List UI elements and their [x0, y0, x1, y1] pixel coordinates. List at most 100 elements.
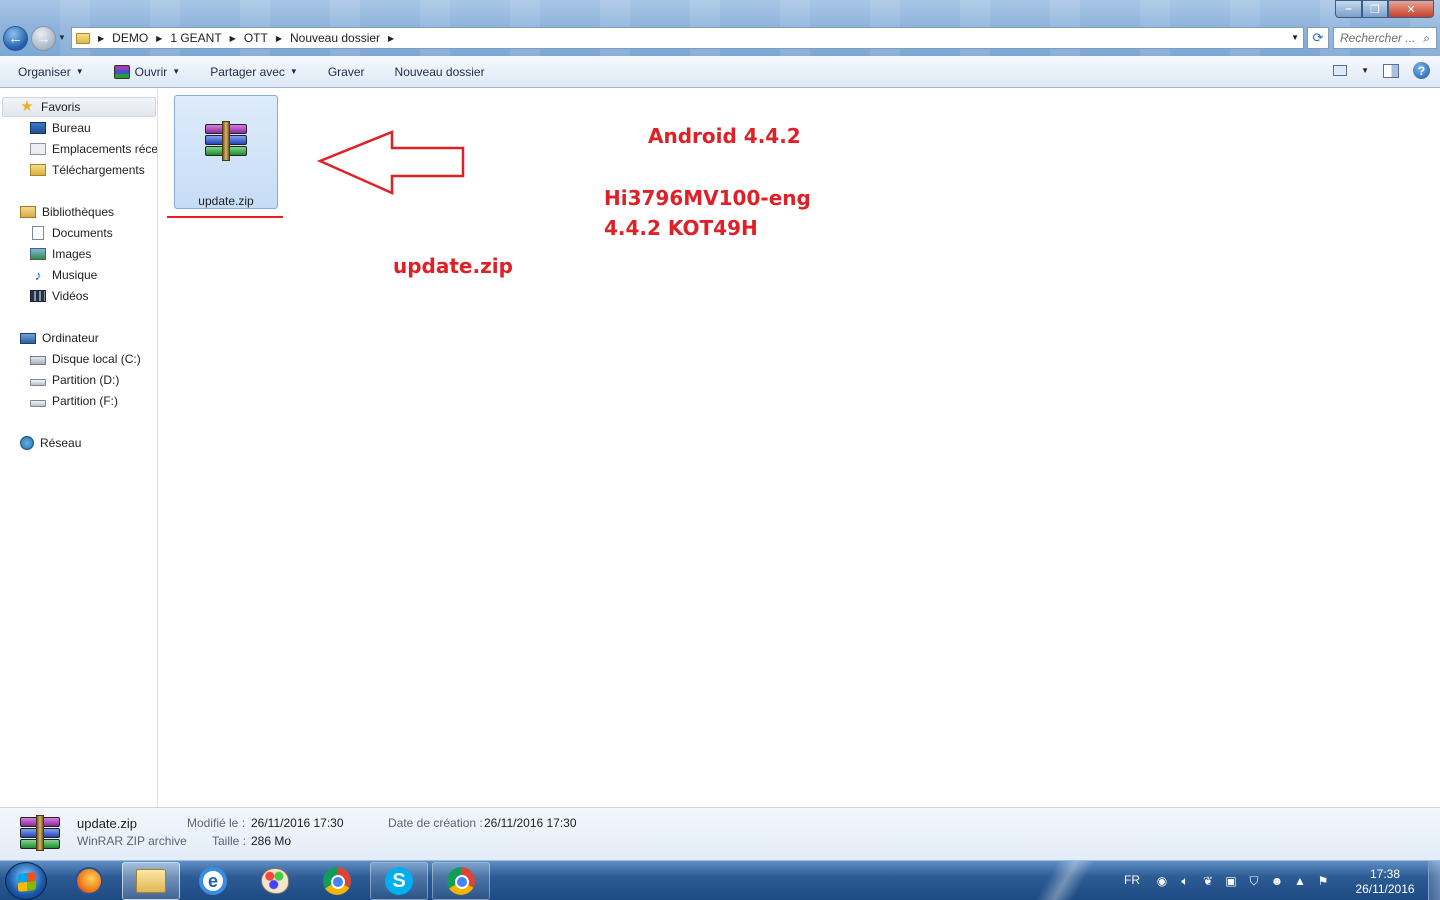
sidebar-item-label: Téléchargements — [52, 163, 145, 177]
annotation-build-id: 4.4.2 KOT49H — [604, 216, 758, 240]
skype-icon: S — [385, 867, 413, 895]
sidebar-item-documents[interactable]: Documents — [30, 223, 113, 243]
taskbar-chrome-window[interactable] — [432, 862, 490, 900]
annotation-build-model: Hi3796MV100-eng — [604, 186, 811, 210]
sidebar-item-favorites[interactable]: ★ Favoris — [2, 97, 156, 117]
sidebar-item-drive-c[interactable]: Disque local (C:) — [30, 349, 141, 369]
sidebar-item-images[interactable]: Images — [30, 244, 91, 264]
chevron-right-icon[interactable]: ▶ — [98, 34, 104, 43]
organize-menu[interactable]: Organiser ▼ — [18, 65, 84, 79]
breadcrumb-demo[interactable]: DEMO — [112, 31, 148, 45]
sidebar-item-label: Documents — [52, 226, 113, 240]
forward-arrow-icon: → — [36, 30, 51, 47]
back-arrow-icon: ← — [8, 30, 23, 47]
tray-chat-icon[interactable]: ☻ — [1269, 873, 1285, 889]
sidebar-item-downloads[interactable]: Téléchargements — [30, 160, 145, 180]
file-item-update-zip[interactable]: update.zip — [174, 95, 278, 209]
folder-icon — [76, 32, 90, 44]
chevron-right-icon[interactable]: ▶ — [230, 34, 236, 43]
taskbar: e S FR ◉ 🔈︎ ❦ ▣ ⛉ ☻ ▲ ⚑ 17:38 26/11/2016 — [0, 860, 1440, 900]
chrome-icon — [323, 867, 351, 895]
change-view-icon[interactable] — [1333, 65, 1348, 76]
action-center-flag-icon[interactable]: ⚑ — [1315, 873, 1331, 889]
details-size-label: Taille : — [212, 834, 247, 848]
tray-app-icon[interactable]: ◉ — [1154, 873, 1170, 889]
chrome-icon — [447, 867, 475, 895]
network-status-icon[interactable]: ▣ — [1223, 873, 1239, 889]
search-placeholder: Rechercher ... — [1340, 31, 1416, 45]
clock-date: 26/11/2016 — [1355, 882, 1415, 896]
firefox-icon — [75, 867, 103, 895]
sidebar-item-drive-f[interactable]: Partition (F:) — [30, 391, 118, 411]
tray-triangle-icon[interactable]: ▲ — [1292, 873, 1308, 889]
sidebar-item-recent-places[interactable]: Emplacements récents — [30, 139, 157, 159]
sidebar-item-videos[interactable]: Vidéos — [30, 286, 88, 306]
history-dropdown-icon[interactable]: ▼ — [58, 33, 66, 42]
show-desktop-button[interactable] — [1428, 861, 1440, 900]
clock-time: 17:38 — [1369, 867, 1401, 881]
taskbar-internet-explorer[interactable]: e — [184, 862, 242, 900]
window-controls: – ❐ ✕ — [1335, 0, 1434, 18]
back-button[interactable]: ← — [3, 26, 28, 51]
open-menu[interactable]: Ouvrir ▼ — [113, 64, 180, 79]
clock[interactable]: 17:38 26/11/2016 — [1350, 867, 1420, 897]
winrar-icon — [113, 64, 130, 79]
sidebar-item-label: Réseau — [40, 436, 82, 450]
command-bar: Organiser ▼ Ouvrir ▼ Partager avec ▼ Graver… — [0, 56, 1440, 88]
new-folder-button[interactable]: Nouveau dossier — [395, 65, 485, 79]
breadcrumb-nouveau-dossier[interactable]: Nouveau dossier — [290, 31, 380, 45]
taskbar-skype[interactable]: S — [370, 862, 428, 900]
taskbar-chrome[interactable] — [308, 862, 366, 900]
help-icon[interactable]: ? — [1413, 62, 1430, 79]
address-bar[interactable]: ▶ DEMO ▶ 1 GEANT ▶ OTT ▶ Nouveau dossier… — [71, 27, 1304, 49]
drive-icon — [30, 378, 46, 386]
details-modified-value: 26/11/2016 17:30 — [251, 816, 344, 830]
close-button[interactable]: ✕ — [1388, 0, 1434, 18]
language-indicator[interactable]: FR — [1124, 873, 1140, 887]
minimize-button[interactable]: – — [1335, 0, 1362, 18]
music-note-icon: ♪ — [34, 267, 42, 283]
view-dropdown-icon[interactable]: ▼ — [1361, 66, 1369, 75]
chevron-right-icon[interactable]: ▶ — [388, 34, 394, 43]
sidebar-item-label: Ordinateur — [42, 331, 99, 345]
sidebar-item-music[interactable]: ♪ Musique — [30, 265, 98, 285]
tray-leaf-icon[interactable]: ❦ — [1200, 873, 1216, 889]
sidebar-item-label: Bureau — [52, 121, 91, 135]
star-icon: ★ — [20, 98, 34, 115]
start-button[interactable] — [5, 862, 47, 900]
sidebar-item-label: Musique — [52, 268, 98, 282]
breadcrumb-1-geant[interactable]: 1 GEANT — [170, 31, 221, 45]
taskbar-firefox[interactable] — [60, 862, 118, 900]
forward-button[interactable]: → — [31, 26, 56, 51]
sidebar-item-drive-d[interactable]: Partition (D:) — [30, 370, 119, 390]
share-menu[interactable]: Partager avec ▼ — [210, 65, 298, 79]
volume-icon[interactable]: 🔈︎ — [1177, 873, 1193, 889]
details-created-label: Date de création : — [388, 816, 483, 830]
sidebar-item-label: Vidéos — [52, 289, 89, 303]
taskbar-explorer[interactable] — [122, 862, 180, 900]
burn-button[interactable]: Graver — [328, 65, 365, 79]
network-icon — [20, 436, 34, 450]
search-input[interactable]: Rechercher ... ⌕ — [1333, 27, 1437, 49]
chevron-right-icon[interactable]: ▶ — [156, 34, 162, 43]
shield-icon[interactable]: ⛉ — [1246, 873, 1262, 889]
sidebar-item-libraries[interactable]: Bibliothèques — [20, 202, 114, 222]
details-modified-label: Modifié le : — [187, 816, 246, 830]
search-icon[interactable]: ⌕ — [1423, 31, 1430, 46]
sidebar-item-computer[interactable]: Ordinateur — [20, 328, 99, 348]
taskbar-paint[interactable] — [246, 862, 304, 900]
downloads-folder-icon — [30, 164, 46, 176]
libraries-icon — [20, 206, 36, 218]
address-dropdown-icon[interactable]: ▼ — [1291, 33, 1299, 42]
sidebar-item-desktop[interactable]: Bureau — [30, 118, 91, 138]
chevron-down-icon: ▼ — [75, 67, 84, 76]
breadcrumb-ott[interactable]: OTT — [244, 31, 268, 45]
preview-pane-icon[interactable] — [1383, 63, 1399, 78]
paint-icon — [261, 868, 289, 894]
recent-places-icon — [30, 143, 46, 155]
sidebar-item-label: Images — [52, 247, 92, 261]
sidebar-item-network[interactable]: Réseau — [20, 433, 81, 453]
maximize-button[interactable]: ❐ — [1362, 0, 1388, 18]
chevron-right-icon[interactable]: ▶ — [276, 34, 282, 43]
refresh-button[interactable]: ⟳ — [1307, 27, 1329, 49]
